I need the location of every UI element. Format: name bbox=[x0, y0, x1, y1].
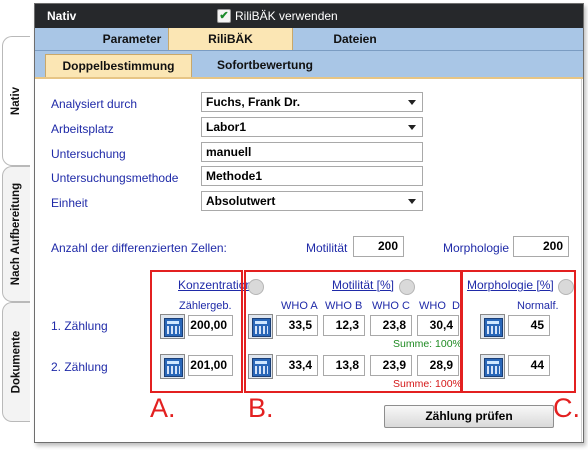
side-tab-nativ-label: Nativ bbox=[10, 86, 23, 116]
side-tab-nach-aufbereitung-label: Nach Aufbereitung bbox=[10, 182, 23, 286]
side-tab-dokumente[interactable]: Dokumente bbox=[2, 302, 30, 422]
rilibaek-checkbox[interactable]: ✔ bbox=[217, 9, 231, 23]
arbeitsplatz-label: Arbeitsplatz bbox=[51, 122, 114, 136]
side-tab-nach-aufbereitung[interactable]: Nach Aufbereitung bbox=[2, 166, 30, 302]
tab-doppelbestimmung[interactable]: Doppelbestimmung bbox=[45, 54, 192, 77]
rilibaek-checkbox-label: RiliBÄK verwenden bbox=[235, 9, 338, 23]
sub-tab-bar: Doppelbestimmung Sofortbewertung bbox=[35, 51, 583, 77]
untersuchung-value: manuell bbox=[206, 145, 252, 159]
untersuchung-field[interactable]: manuell bbox=[201, 142, 423, 162]
side-tab-nativ[interactable]: Nativ bbox=[2, 36, 30, 166]
side-tab-dokumente-label: Dokumente bbox=[10, 330, 23, 394]
motilitaet-count-label: Motilität bbox=[306, 241, 348, 255]
row1-label: 1. Zählung bbox=[51, 319, 108, 333]
morphologie-count-field[interactable]: 200 bbox=[513, 236, 569, 257]
methode-value: Methode1 bbox=[206, 169, 263, 183]
tab-sofortbewertung[interactable]: Sofortbewertung bbox=[195, 54, 335, 76]
motilitaet-count-field[interactable]: 200 bbox=[353, 236, 404, 257]
chevron-down-icon bbox=[408, 100, 416, 105]
chevron-down-icon bbox=[408, 199, 416, 204]
annotation-box-a bbox=[150, 270, 243, 393]
main-tab-bar: Parameter RiliBÄK Dateien bbox=[35, 28, 583, 51]
untersuchung-label: Untersuchung bbox=[51, 147, 126, 161]
chevron-down-icon bbox=[408, 125, 416, 130]
morphologie-count-label: Morphologie bbox=[443, 241, 510, 255]
analysiert-select[interactable]: Fuchs, Frank Dr. bbox=[201, 92, 423, 112]
zaehlung-pruefen-button[interactable]: Zählung prüfen bbox=[384, 405, 554, 428]
methode-field[interactable]: Methode1 bbox=[201, 166, 423, 186]
arbeitsplatz-value: Labor1 bbox=[206, 120, 247, 134]
methode-label: Untersuchungsmethode bbox=[51, 171, 179, 185]
arbeitsplatz-select[interactable]: Labor1 bbox=[201, 117, 423, 137]
annotation-box-b bbox=[244, 270, 462, 393]
einheit-select[interactable]: Absolutwert bbox=[201, 191, 423, 211]
tab-rilibaek[interactable]: RiliBÄK bbox=[168, 28, 293, 50]
annotation-letter-a: A. bbox=[150, 393, 176, 423]
annotation-letter-b: B. bbox=[248, 393, 274, 423]
einheit-label: Einheit bbox=[51, 196, 88, 210]
row2-label: 2. Zählung bbox=[51, 360, 108, 374]
einheit-value: Absolutwert bbox=[206, 194, 276, 208]
annotation-letter-c: C. bbox=[553, 393, 580, 423]
zellen-label: Anzahl der differenzierten Zellen: bbox=[51, 241, 227, 255]
title-bar: Nativ ✔ RiliBÄK verwenden bbox=[35, 4, 583, 28]
analysiert-label: Analysiert durch bbox=[51, 97, 138, 111]
tab-dateien[interactable]: Dateien bbox=[293, 28, 417, 50]
window-title: Nativ bbox=[47, 9, 77, 23]
annotation-box-c bbox=[461, 270, 576, 393]
analysiert-value: Fuchs, Frank Dr. bbox=[206, 95, 301, 109]
